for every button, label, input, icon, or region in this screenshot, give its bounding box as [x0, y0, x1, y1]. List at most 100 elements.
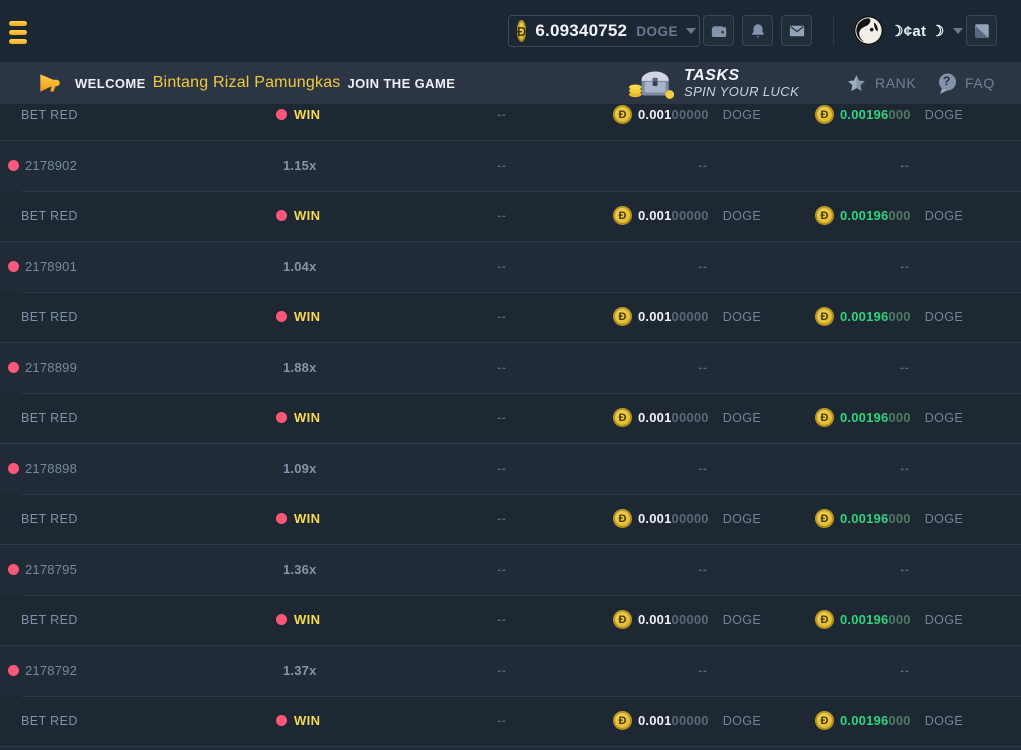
bet-row[interactable]: BET RED WIN -- Ð 0.00100000 DOGE Ð 0.001… [0, 595, 1021, 646]
win-currency: DOGE [925, 512, 963, 526]
balance-dropdown[interactable]: Ð 6.09340752 DOGE [508, 15, 700, 47]
empty-value: -- [698, 261, 707, 273]
rank-link[interactable]: RANK [846, 62, 916, 104]
bet-row[interactable]: BET RED WIN -- Ð 0.00100000 DOGE Ð 0.001… [0, 393, 1021, 444]
bet-row[interactable]: BET RED WIN -- Ð 0.00100000 DOGE Ð 0.001… [0, 494, 1021, 545]
win-currency: DOGE [925, 613, 963, 627]
faq-link[interactable]: ? FAQ [938, 62, 995, 104]
tasks-subtitle: SPIN YOUR LUCK [684, 84, 799, 99]
round-id: 2178898 [25, 461, 77, 476]
empty-value: -- [900, 362, 909, 374]
rank-label: RANK [875, 75, 916, 91]
dogecoin-icon: Ð [815, 610, 834, 629]
outcome-label: WIN [294, 713, 320, 728]
top-bar: Ð 6.09340752 DOGE ☽¢at [0, 0, 1021, 62]
win-currency: DOGE [925, 209, 963, 223]
dogecoin-icon: Ð [613, 509, 632, 528]
bet-row[interactable]: BET RED WIN -- Ð 0.00100000 DOGE Ð 0.001… [0, 696, 1021, 747]
empty-value: -- [900, 564, 909, 576]
wallet-icon [710, 22, 728, 40]
bet-amount: 0.001 [638, 107, 672, 122]
bet-currency: DOGE [723, 310, 761, 324]
dogecoin-icon: Ð [613, 711, 632, 730]
empty-value: -- [900, 160, 909, 172]
win-currency: DOGE [925, 108, 963, 122]
bet-amount-zeros: 00000 [672, 208, 709, 223]
dogecoin-icon: Ð [613, 408, 632, 427]
empty-value: -- [900, 463, 909, 475]
win-currency: DOGE [925, 714, 963, 728]
dogecoin-icon: Ð [815, 408, 834, 427]
bet-amount-zeros: 00000 [672, 612, 709, 627]
empty-value: -- [698, 564, 707, 576]
outcome-label: WIN [294, 208, 320, 223]
dogecoin-icon: Ð [613, 610, 632, 629]
dogecoin-icon: Ð [613, 206, 632, 225]
red-dot-icon [276, 311, 287, 322]
chevron-down-icon [953, 28, 963, 34]
question-icon: ? [938, 73, 957, 94]
star-icon [846, 73, 867, 94]
bet-amount-zeros: 00000 [672, 309, 709, 324]
red-dot-icon [276, 412, 287, 423]
empty-value: -- [900, 261, 909, 273]
empty-value: -- [698, 665, 707, 677]
bet-type-label: BET RED [21, 108, 78, 122]
faq-label: FAQ [965, 75, 995, 91]
bet-row[interactable]: BET RED WIN -- Ð 0.00100000 DOGE Ð 0.001… [0, 292, 1021, 343]
win-amount: 0.00196 [840, 511, 888, 526]
round-row[interactable]: 2178901 1.04x -- -- -- [0, 241, 1021, 292]
round-row[interactable]: 2178902 1.15x -- -- -- [0, 140, 1021, 191]
topbar-divider [833, 15, 834, 46]
empty-value: -- [497, 564, 506, 576]
user-menu[interactable]: ☽¢at ☽ [890, 0, 963, 62]
win-amount-zeros: 000 [888, 309, 910, 324]
outcome-label: WIN [294, 107, 320, 122]
bet-currency: DOGE [723, 411, 761, 425]
empty-value: -- [698, 362, 707, 374]
win-amount-zeros: 000 [888, 713, 910, 728]
bet-type-label: BET RED [21, 512, 78, 526]
dogecoin-icon: Ð [815, 509, 834, 528]
bet-row[interactable]: BET RED WIN -- Ð 0.00100000 DOGE Ð 0.001… [0, 191, 1021, 242]
avatar[interactable] [854, 16, 883, 45]
empty-value: -- [497, 463, 506, 475]
round-row[interactable] [0, 746, 1021, 750]
balance-amount: 6.09340752 [535, 21, 627, 41]
dogecoin-icon: Ð [517, 20, 526, 42]
welcome-suffix: JOIN THE GAME [348, 76, 456, 91]
bet-type-label: BET RED [21, 310, 78, 324]
win-amount-zeros: 000 [888, 410, 910, 425]
round-row[interactable]: 2178795 1.36x -- -- -- [0, 544, 1021, 595]
round-row[interactable]: 2178792 1.37x -- -- -- [0, 645, 1021, 696]
round-row[interactable]: 2178898 1.09x -- -- -- [0, 443, 1021, 494]
wallet-button[interactable] [703, 15, 734, 46]
welcome-player-name: Bintang Rizal Pamungkas [153, 74, 341, 92]
red-dot-icon [276, 210, 287, 221]
empty-value: -- [698, 160, 707, 172]
bet-currency: DOGE [723, 209, 761, 223]
bet-amount: 0.001 [638, 208, 672, 223]
outcome-label: WIN [294, 612, 320, 627]
round-row[interactable]: 2178899 1.88x -- -- -- [0, 342, 1021, 393]
bet-row[interactable]: BET RED WIN -- Ð 0.00100000 DOGE Ð 0.001… [0, 104, 1021, 140]
empty-value: -- [497, 109, 506, 121]
outcome-label: WIN [294, 511, 320, 526]
dogecoin-icon: Ð [815, 711, 834, 730]
win-amount: 0.00196 [840, 107, 888, 122]
win-amount-zeros: 000 [888, 107, 910, 122]
win-amount: 0.00196 [840, 208, 888, 223]
empty-value: -- [497, 614, 506, 626]
messages-button[interactable] [781, 15, 812, 46]
chat-toggle-button[interactable] [966, 15, 997, 46]
round-id: 2178792 [25, 663, 77, 678]
red-dot-icon [276, 513, 287, 524]
menu-hamburger-icon[interactable] [9, 21, 29, 44]
win-amount: 0.00196 [840, 309, 888, 324]
tasks-link[interactable]: TASKS SPIN YOUR LUCK [628, 62, 799, 104]
round-multiplier: 1.15x [283, 158, 317, 173]
notifications-button[interactable] [742, 15, 773, 46]
red-dot-icon [8, 463, 19, 474]
dogecoin-icon: Ð [815, 206, 834, 225]
chevron-down-icon [686, 28, 696, 34]
